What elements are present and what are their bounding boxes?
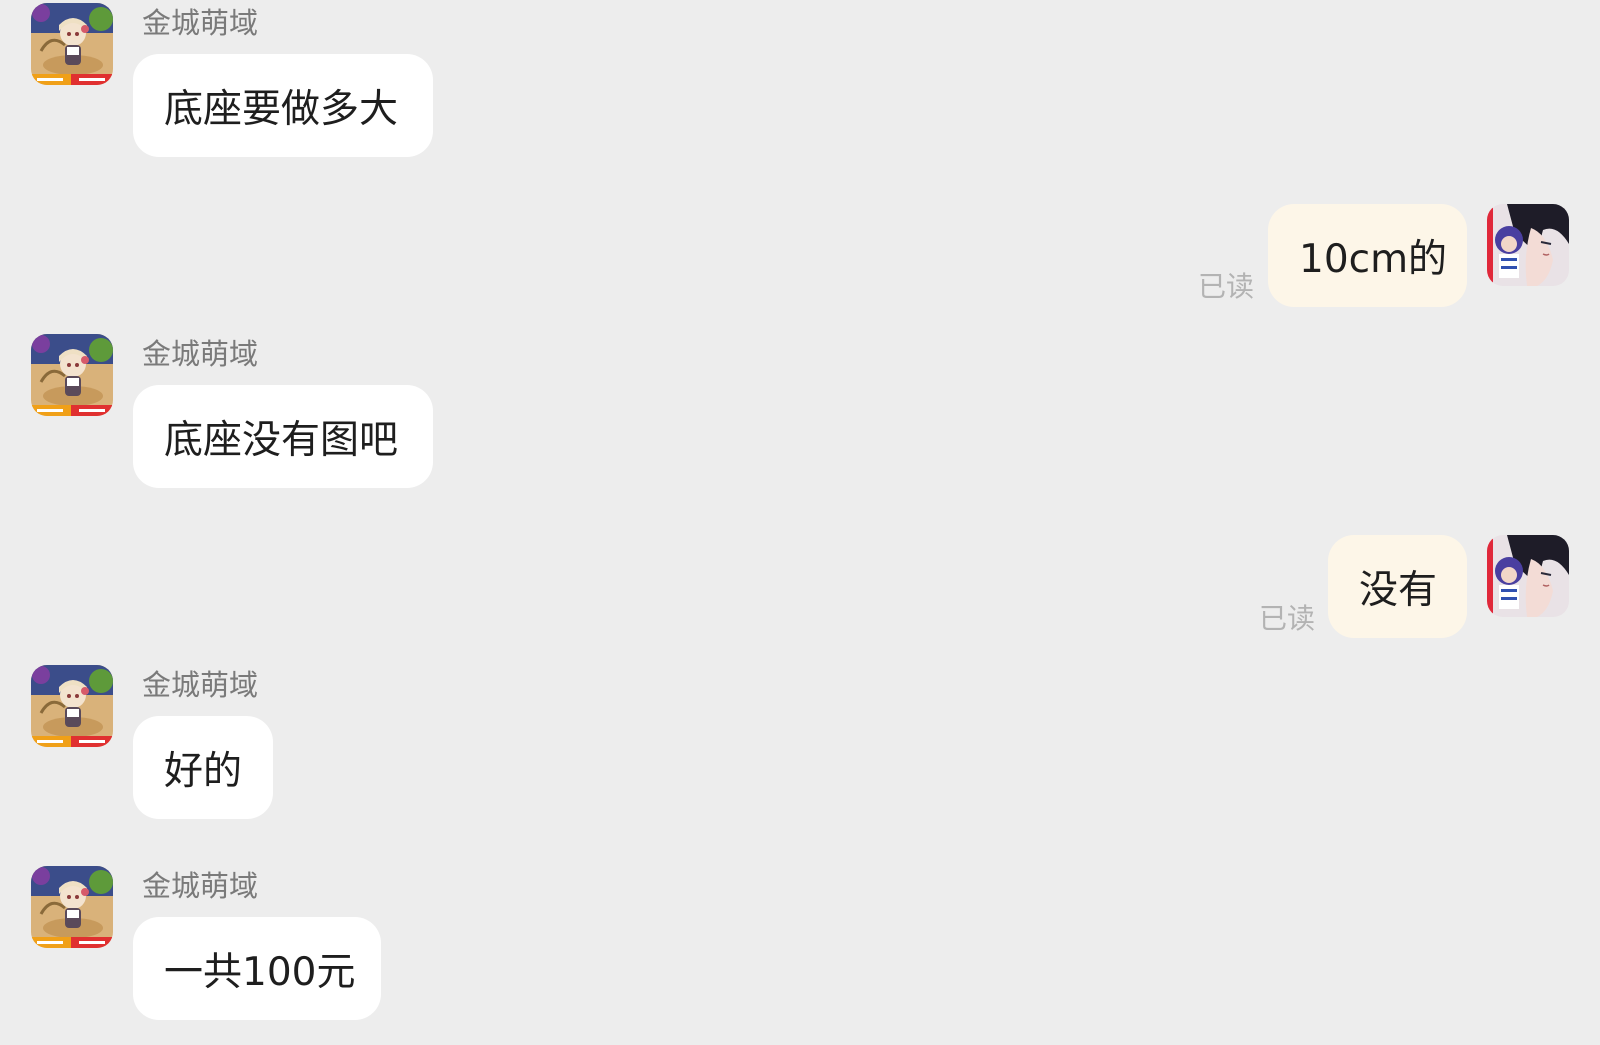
seller-avatar-image <box>31 334 113 416</box>
seller-avatar[interactable] <box>31 3 113 85</box>
seller-avatar[interactable] <box>31 334 113 416</box>
user-avatar-image <box>1487 535 1569 617</box>
incoming-message-bubble[interactable]: 好的 <box>133 716 273 819</box>
user-avatar-image <box>1487 204 1569 286</box>
sender-name: 金城萌域 <box>142 6 259 40</box>
user-avatar[interactable] <box>1487 204 1569 286</box>
sender-name: 金城萌域 <box>142 668 259 702</box>
seller-avatar-image <box>31 665 113 747</box>
read-status: 已读 <box>1259 602 1316 635</box>
outgoing-message-bubble[interactable]: 没有 <box>1328 535 1467 638</box>
incoming-message-bubble[interactable]: 底座没有图吧 <box>133 385 433 488</box>
sender-name: 金城萌域 <box>142 337 259 371</box>
seller-avatar-image <box>31 3 113 85</box>
sender-name: 金城萌域 <box>142 869 259 903</box>
user-avatar[interactable] <box>1487 535 1569 617</box>
read-status: 已读 <box>1198 270 1255 303</box>
seller-avatar[interactable] <box>31 866 113 948</box>
seller-avatar[interactable] <box>31 665 113 747</box>
outgoing-message-bubble[interactable]: 10cm的 <box>1268 204 1467 307</box>
incoming-message-bubble[interactable]: 底座要做多大 <box>133 54 433 157</box>
seller-avatar-image <box>31 866 113 948</box>
incoming-message-bubble[interactable]: 一共100元 <box>133 917 381 1020</box>
